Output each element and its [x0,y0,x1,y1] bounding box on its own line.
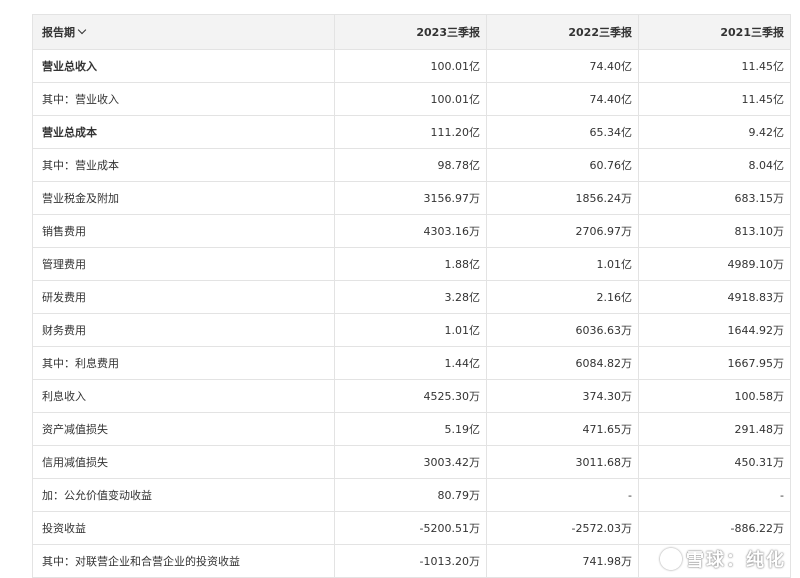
row-value: 3.28亿 [334,280,487,314]
row-value: 3156.97万 [334,181,487,215]
period-dropdown[interactable]: 报告期 [32,14,335,50]
table-row: 其中：利息费用 1.44亿 6084.82万 1667.95万 [32,346,791,380]
table-row: 其中：营业收入 100.01亿 74.40亿 11.45亿 [32,82,791,116]
row-value: 1.44亿 [334,346,487,380]
row-value: 8.04亿 [638,148,791,182]
table-row: 信用减值损失 3003.42万 3011.68万 450.31万 [32,445,791,479]
row-value: 1856.24万 [486,181,639,215]
table-row: 营业总收入 100.01亿 74.40亿 11.45亿 [32,49,791,83]
row-label: 营业总成本 [32,115,335,149]
row-value: 11.45亿 [638,82,791,116]
row-value: 450.31万 [638,445,791,479]
row-value: - [638,478,791,512]
row-value: 98.78亿 [334,148,487,182]
row-label: 资产减值损失 [32,412,335,446]
row-value: 3003.42万 [334,445,487,479]
row-value: 471.65万 [486,412,639,446]
row-value: 4525.30万 [334,379,487,413]
table-row: 财务费用 1.01亿 6036.63万 1644.92万 [32,313,791,347]
row-value: 65.34亿 [486,115,639,149]
table-row: 加：公允价值变动收益 80.79万 - - [32,478,791,512]
row-value: 74.40亿 [486,82,639,116]
row-value: 374.30万 [486,379,639,413]
row-label: 信用减值损失 [32,445,335,479]
row-label: 营业总收入 [32,49,335,83]
row-value: 1644.92万 [638,313,791,347]
xueqiu-logo-icon [660,548,682,570]
row-value: 74.40亿 [486,49,639,83]
row-label: 投资收益 [32,511,335,545]
column-header: 2021三季报 [638,14,791,50]
row-label: 管理费用 [32,247,335,281]
row-value: 2.16亿 [486,280,639,314]
watermark-text: 雪球：纯化 [686,550,786,571]
period-label: 报告期 [42,26,75,39]
row-label: 其中：对联营企业和合营企业的投资收益 [32,544,335,578]
row-value: 100.01亿 [334,49,487,83]
row-value: 683.15万 [638,181,791,215]
table-body: 营业总收入 100.01亿 74.40亿 11.45亿 其中：营业收入 100.01亿 74… [32,49,791,578]
row-value: 3011.68万 [486,445,639,479]
income-statement-table: 报告期 2023三季报 2022三季报 2021三季报 营业总收入 100.01亿… [32,14,791,578]
row-value: 60.76亿 [486,148,639,182]
row-label: 其中：营业收入 [32,82,335,116]
row-value: 291.48万 [638,412,791,446]
row-value: 5.19亿 [334,412,487,446]
row-value: -886.22万 [638,511,791,545]
table-row: 利息收入 4525.30万 374.30万 100.58万 [32,379,791,413]
row-value: 6036.63万 [486,313,639,347]
table-row: 其中：营业成本 98.78亿 60.76亿 8.04亿 [32,148,791,182]
row-label: 财务费用 [32,313,335,347]
row-label: 加：公允价值变动收益 [32,478,335,512]
row-value: 111.20亿 [334,115,487,149]
column-header: 2023三季报 [334,14,487,50]
row-value: 4303.16万 [334,214,487,248]
row-value: -1013.20万 [334,544,487,578]
row-value: 813.10万 [638,214,791,248]
row-value: -5200.51万 [334,511,487,545]
row-value: 100.58万 [638,379,791,413]
row-value: 100.01亿 [334,82,487,116]
row-value: 6084.82万 [486,346,639,380]
table-row: 营业总成本 111.20亿 65.34亿 9.42亿 [32,115,791,149]
row-value: 1.01亿 [486,247,639,281]
table-row: 销售费用 4303.16万 2706.97万 813.10万 [32,214,791,248]
row-label: 销售费用 [32,214,335,248]
table-row: 研发费用 3.28亿 2.16亿 4918.83万 [32,280,791,314]
row-value: 80.79万 [334,478,487,512]
row-value: 4918.83万 [638,280,791,314]
table-header: 报告期 2023三季报 2022三季报 2021三季报 [32,14,791,50]
row-label: 其中：利息费用 [32,346,335,380]
row-label: 利息收入 [32,379,335,413]
row-value: 4989.10万 [638,247,791,281]
row-label: 其中：营业成本 [32,148,335,182]
row-label: 营业税金及附加 [32,181,335,215]
row-value: 9.42亿 [638,115,791,149]
xueqiu-watermark: 雪球：纯化 [660,546,786,572]
row-value: 1.88亿 [334,247,487,281]
row-value: -2572.03万 [486,511,639,545]
financial-table-container: 报告期 2023三季报 2022三季报 2021三季报 营业总收入 100.01亿… [32,14,791,578]
column-header: 2022三季报 [486,14,639,50]
row-value: 11.45亿 [638,49,791,83]
table-row: 营业税金及附加 3156.97万 1856.24万 683.15万 [32,181,791,215]
row-label: 研发费用 [32,280,335,314]
row-value: - [486,478,639,512]
row-value: 2706.97万 [486,214,639,248]
row-value: 1.01亿 [334,313,487,347]
row-value: 1667.95万 [638,346,791,380]
table-row: 投资收益 -5200.51万 -2572.03万 -886.22万 [32,511,791,545]
header-row: 报告期 2023三季报 2022三季报 2021三季报 [32,14,791,50]
row-value: 741.98万 [486,544,639,578]
table-row: 管理费用 1.88亿 1.01亿 4989.10万 [32,247,791,281]
chevron-down-icon [77,25,87,35]
table-row: 资产减值损失 5.19亿 471.65万 291.48万 [32,412,791,446]
